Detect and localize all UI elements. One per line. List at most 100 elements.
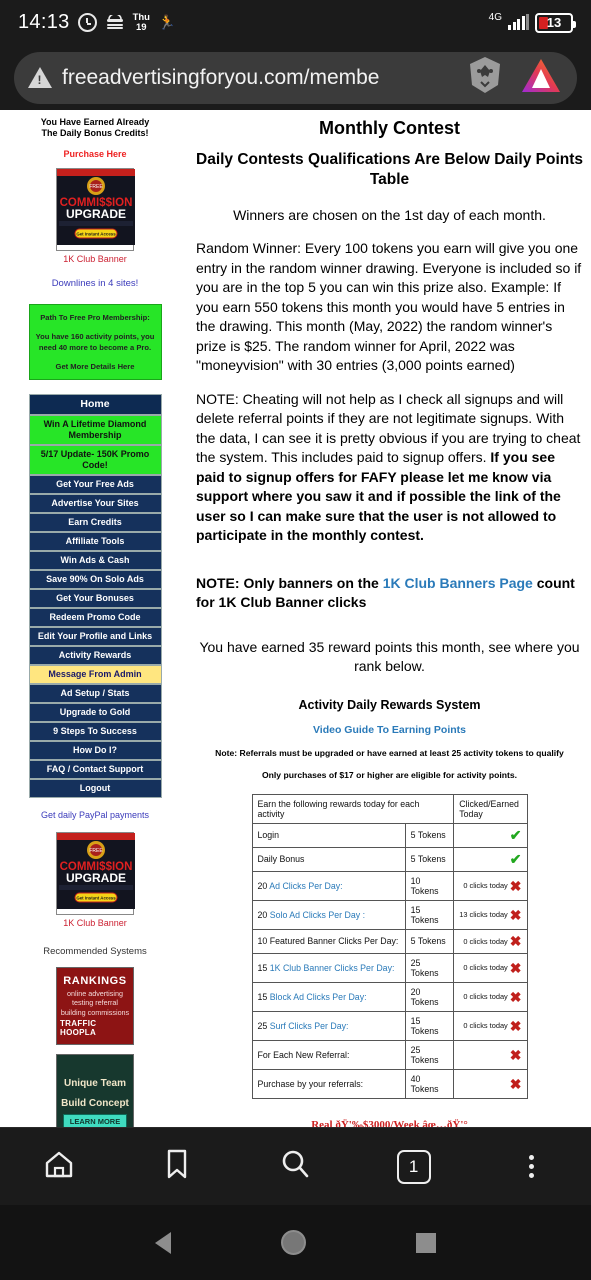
unique-team-build-banner[interactable]: Unique Team Build Concept LEARN MORE bbox=[56, 1054, 134, 1127]
referrals-note: Note: Referrals must be upgraded or have… bbox=[215, 747, 564, 758]
table-row: 20 Ad Clicks Per Day: 10 Tokens 0 clicks t… bbox=[251, 870, 528, 901]
pro-box-cta[interactable]: Get More Details Here bbox=[36, 361, 155, 372]
url-bar[interactable]: ! freeadvertisingforyou.com/membe bbox=[14, 51, 577, 104]
recents-square-icon[interactable] bbox=[416, 1232, 436, 1253]
clicks-today-text: 0 clicks today bbox=[463, 992, 508, 1001]
signal-bars-icon bbox=[508, 14, 529, 30]
daily-bonus-line2: The Daily Bonus Credits! bbox=[41, 128, 149, 138]
cross-icon: ✖ bbox=[509, 988, 522, 1005]
daily-bonus-notice: You Have Earned Already The Daily Bonus … bbox=[0, 117, 190, 139]
svg-text:FREE: FREE bbox=[89, 848, 103, 854]
sidebar-nav-item[interactable]: Redeem Promo Code bbox=[28, 608, 162, 627]
traffic-hoopla-banner[interactable]: RANKINGS online advertising testing refe… bbox=[56, 967, 134, 1045]
more-vertical-icon bbox=[529, 1155, 535, 1178]
brave-lion-icon[interactable] bbox=[467, 55, 503, 100]
daily-rewards-table: Earn the following rewards today for eac… bbox=[251, 793, 528, 1099]
commission-upgrade-banner-bottom[interactable]: FREE COMMI$$ION UPGRADE Get Instant Acce… bbox=[56, 832, 135, 915]
tab-switcher-button[interactable]: 1 bbox=[384, 1137, 444, 1197]
url-text[interactable]: freeadvertisingforyou.com/membe bbox=[62, 66, 457, 90]
sidebar-nav-item[interactable]: Message From Admin bbox=[28, 665, 162, 684]
browser-menu-button[interactable] bbox=[502, 1137, 562, 1197]
date-indicator: Thu 19 bbox=[133, 12, 150, 33]
sidebar-nav-item[interactable]: Home bbox=[28, 394, 162, 415]
activity-cell: 10 Featured Banner Clicks Per Day: bbox=[251, 928, 406, 954]
activity-label[interactable]: Ad Clicks Per Day: bbox=[269, 881, 342, 891]
back-triangle-icon[interactable] bbox=[155, 1231, 171, 1254]
activity-label[interactable]: Block Ad Clicks Per Day: bbox=[270, 992, 367, 1002]
banner-caption-bottom: 1K Club Banner bbox=[63, 918, 127, 928]
activity-prefix: 20 bbox=[257, 909, 270, 920]
paypal-payments-link[interactable]: Get daily PayPal payments bbox=[0, 810, 190, 820]
table-row: For Each New Referral: 25 Tokens ✖ bbox=[251, 1039, 528, 1070]
downlines-link[interactable]: Downlines in 4 sites! bbox=[0, 278, 190, 289]
result-cell: 13 clicks today ✖ bbox=[453, 899, 528, 930]
activity-label[interactable]: Surf Clicks Per Day: bbox=[270, 1021, 349, 1031]
sidebar-nav-item[interactable]: FAQ / Contact Support bbox=[28, 760, 162, 779]
search-button[interactable] bbox=[265, 1137, 325, 1197]
webpage-viewport[interactable]: You Have Earned Already The Daily Bonus … bbox=[0, 110, 591, 1127]
cross-icon: ✖ bbox=[509, 933, 522, 949]
clock: 14:13 bbox=[18, 11, 70, 33]
sidebar-nav-item[interactable]: Win A Lifetime Diamond Membership bbox=[28, 415, 162, 445]
warning-triangle-icon[interactable]: ! bbox=[28, 67, 52, 88]
sidebar-nav-item[interactable]: Ad Setup / Stats bbox=[28, 684, 162, 703]
pro-membership-box: Path To Free Pro Membership: You have 16… bbox=[28, 304, 162, 380]
sidebar-nav-item[interactable]: Win Ads & Cash bbox=[28, 551, 162, 570]
club-banners-page-link[interactable]: 1K Club Banners Page bbox=[383, 575, 533, 591]
real-week-promo-link[interactable]: Real ðŸ'‰$3000/Week âœ…ðŸ'° bbox=[196, 1119, 583, 1128]
sidebar-nav-item[interactable]: Edit Your Profile and Links bbox=[28, 627, 162, 646]
sidebar-nav-item[interactable]: Affiliate Tools bbox=[28, 532, 162, 551]
cross-icon: ✖ bbox=[509, 1046, 522, 1063]
result-cell: ✔ bbox=[453, 822, 528, 848]
sidebar-nav-item[interactable]: 5/17 Update- 150K Promo Code! bbox=[28, 445, 162, 475]
android-icon bbox=[105, 14, 125, 31]
cross-icon: ✖ bbox=[509, 1075, 522, 1092]
table-row: 25 Surf Clicks Per Day: 15 Tokens 0 clicks… bbox=[251, 1010, 528, 1041]
recommended-systems-heading: Recommended Systems bbox=[43, 946, 147, 957]
video-guide-link[interactable]: Video Guide To Earning Points bbox=[196, 724, 583, 736]
check-icon: ✔ bbox=[509, 851, 522, 867]
clicks-today-text: 0 clicks today bbox=[463, 1021, 508, 1030]
sidebar-nav-item[interactable]: Upgrade to Gold bbox=[28, 703, 162, 722]
commission-upgrade-banner-top[interactable]: FREE COMMI$$ION UPGRADE Get Instant Acce… bbox=[56, 168, 135, 251]
page-title: Monthly Contest bbox=[319, 118, 460, 138]
sidebar-nav-item[interactable]: Get Your Bonuses bbox=[28, 589, 162, 608]
sidebar-nav-item[interactable]: How Do I? bbox=[28, 741, 162, 760]
battery-icon: 13 bbox=[535, 12, 576, 33]
result-cell: 0 clicks today ✖ bbox=[453, 981, 528, 1012]
activity-label: Purchase by your referrals: bbox=[257, 1078, 364, 1089]
sidebar-nav-menu: Home Win A Lifetime Diamond Membership 5/1… bbox=[28, 394, 162, 798]
home-button[interactable] bbox=[29, 1137, 89, 1197]
sidebar-nav-item[interactable]: Advertise Your Sites bbox=[28, 494, 162, 513]
activity-label[interactable]: 1K Club Banner Clicks Per Day: bbox=[270, 963, 395, 973]
clicks-today-text: 0 clicks today bbox=[463, 963, 508, 972]
sidebar-nav-item[interactable]: 9 Steps To Success bbox=[28, 722, 162, 741]
activity-label[interactable]: Solo Ad Clicks Per Day : bbox=[270, 910, 365, 920]
check-icon: ✔ bbox=[509, 827, 522, 843]
sidebar-nav-item[interactable]: Earn Credits bbox=[28, 513, 162, 532]
sidebar-nav-item[interactable]: Logout bbox=[28, 779, 162, 798]
sidebar-nav-item[interactable]: Activity Rewards bbox=[28, 646, 162, 665]
team-banner-cta[interactable]: LEARN MORE bbox=[63, 1114, 127, 1127]
result-cell: 0 clicks today ✖ bbox=[453, 952, 528, 983]
purchase-here-link[interactable]: Purchase Here bbox=[0, 149, 190, 159]
activity-prefix: 25 bbox=[257, 1020, 270, 1031]
result-cell: ✖ bbox=[453, 1068, 528, 1099]
table-row: 20 Solo Ad Clicks Per Day :15 Tokens 13 c… bbox=[251, 899, 528, 930]
status-bar-right: 4G 13 bbox=[489, 12, 576, 33]
bat-triangle-icon[interactable] bbox=[519, 55, 563, 100]
bookmarks-button[interactable] bbox=[147, 1137, 207, 1197]
rankings-title: RANKINGS bbox=[63, 974, 127, 987]
cheating-note-paragraph: NOTE: Cheating will not help as I check … bbox=[196, 390, 583, 546]
sidebar-nav-item[interactable]: Save 90% On Solo Ads bbox=[28, 570, 162, 589]
home-circle-icon[interactable] bbox=[281, 1230, 306, 1255]
clicks-today-text: 0 clicks today bbox=[463, 936, 508, 946]
phone-screen: 14:13 Thu 19 🏃 4G 13 ! freeadvertisingfo… bbox=[0, 0, 591, 1280]
alarm-icon bbox=[77, 13, 97, 32]
table-row: Login 5 Tokens ✔ bbox=[251, 822, 528, 848]
sidebar-nav-item[interactable]: Get Your Free Ads bbox=[28, 475, 162, 494]
tokens-cell: 20 Tokens bbox=[404, 981, 455, 1012]
android-navigation-bar bbox=[0, 1205, 591, 1280]
running-icon: 🏃 bbox=[157, 14, 176, 30]
header-result-cell: Clicked/Earned Today bbox=[453, 793, 528, 824]
